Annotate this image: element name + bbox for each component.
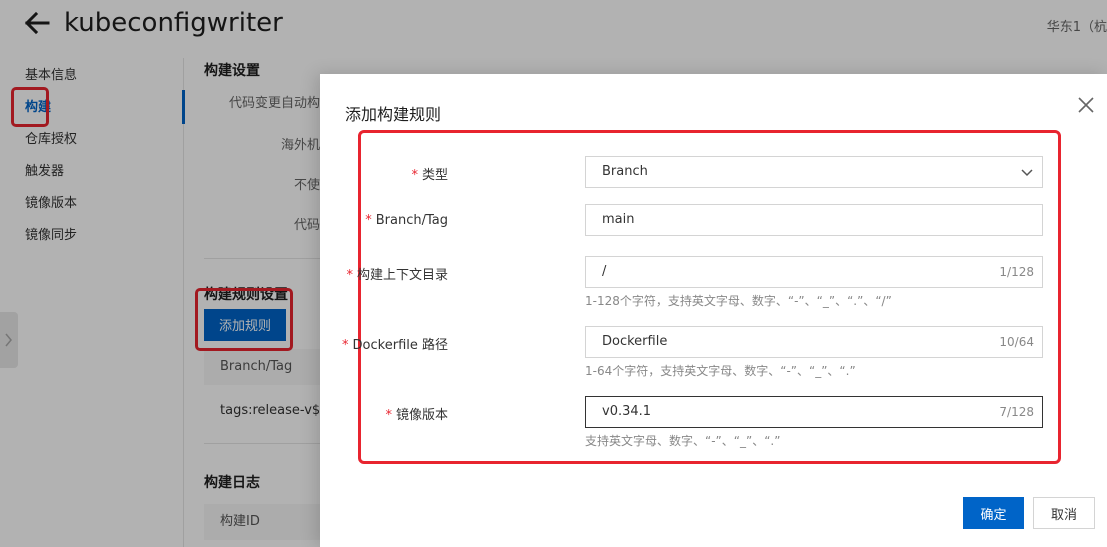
form-highlight-box: * 类型 Branch * Branch/Tag main * 构建上下文目录 / 1… bbox=[342, 130, 1061, 464]
dockerfile-path-input[interactable]: Dockerfile 10/64 bbox=[585, 326, 1043, 358]
chevron-down-icon bbox=[1021, 169, 1033, 177]
context-dir-label: * 构建上下文目录 bbox=[346, 268, 448, 283]
image-version-help: 支持英文字母、数字、“-”、“_”、“.” bbox=[585, 434, 781, 448]
dockerfile-path-counter: 10/64 bbox=[999, 335, 1034, 349]
dockerfile-path-value: Dockerfile bbox=[602, 334, 668, 349]
context-dir-value: / bbox=[602, 264, 607, 279]
type-label: * 类型 bbox=[411, 168, 448, 183]
close-icon[interactable] bbox=[1077, 96, 1095, 114]
image-version-input[interactable]: v0.34.1 7/128 bbox=[585, 396, 1043, 428]
dockerfile-path-help: 1-64个字符，支持英文字母、数字、“-”、“_”、“.” bbox=[585, 364, 856, 378]
branch-tag-input[interactable]: main bbox=[585, 204, 1043, 236]
dockerfile-path-label: * Dockerfile 路径 bbox=[342, 338, 448, 353]
type-select[interactable]: Branch bbox=[585, 156, 1043, 188]
type-select-value: Branch bbox=[602, 164, 648, 179]
branch-tag-value: main bbox=[602, 212, 635, 227]
add-build-rule-dialog: 添加构建规则 * 类型 Branch * Branch/Tag main * 构建上下… bbox=[320, 74, 1107, 547]
context-dir-input[interactable]: / 1/128 bbox=[585, 256, 1043, 288]
image-version-value: v0.34.1 bbox=[602, 404, 652, 419]
branch-tag-label: * Branch/Tag bbox=[365, 213, 448, 228]
image-version-counter: 7/128 bbox=[999, 405, 1034, 419]
context-dir-help: 1-128个字符，支持英文字母、数字、“-”、“_”、“.”、“/” bbox=[585, 294, 892, 308]
cancel-button[interactable]: 取消 bbox=[1033, 497, 1095, 529]
dialog-title: 添加构建规则 bbox=[345, 105, 442, 124]
image-version-label: * 镜像版本 bbox=[385, 408, 448, 423]
context-dir-counter: 1/128 bbox=[999, 265, 1034, 279]
confirm-button[interactable]: 确定 bbox=[963, 497, 1024, 529]
